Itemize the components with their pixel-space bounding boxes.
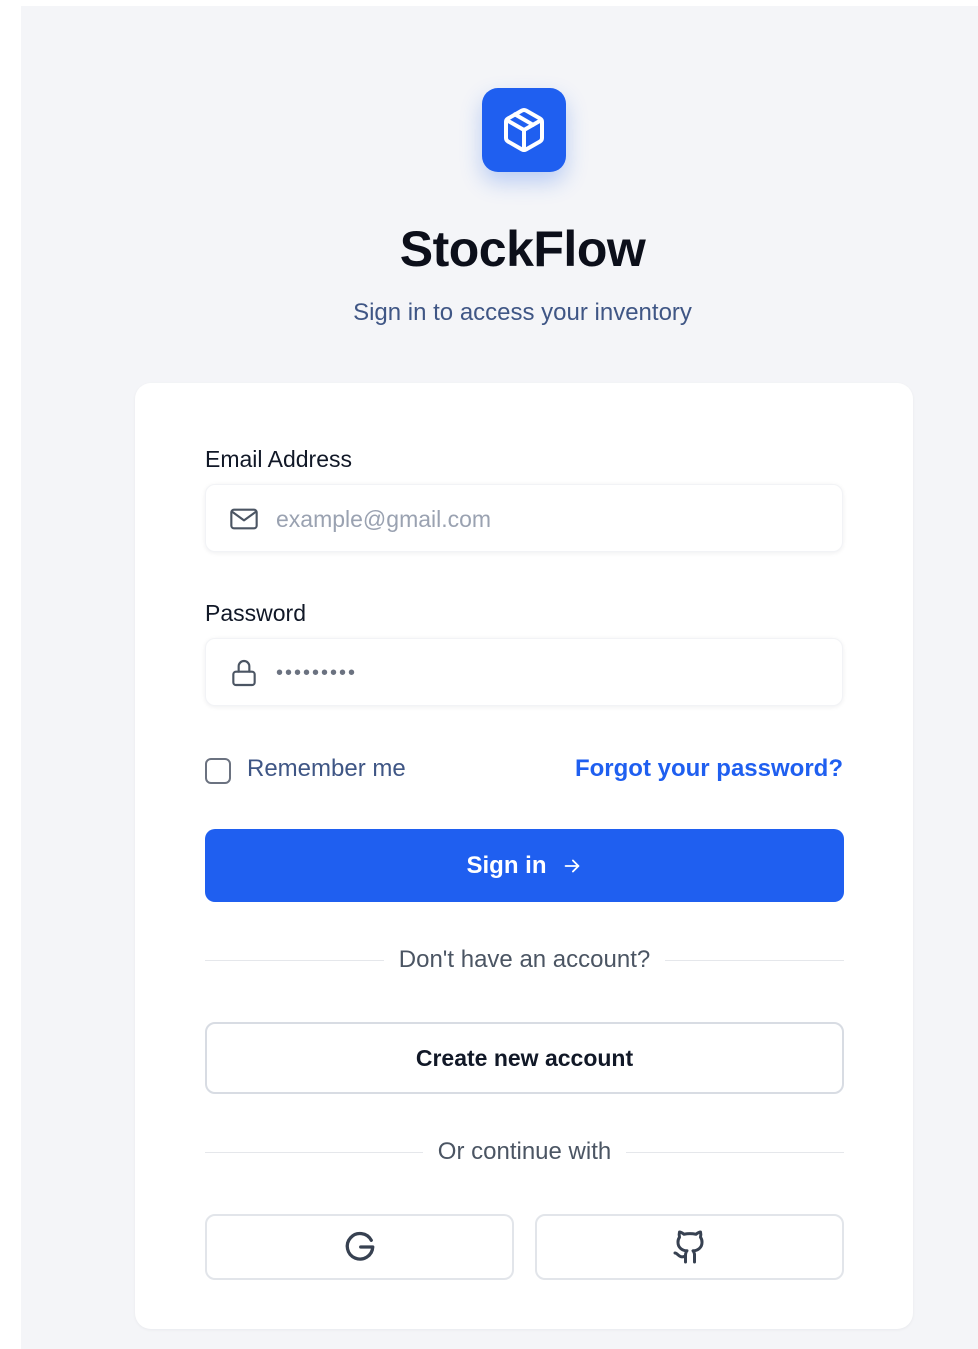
google-icon xyxy=(345,1231,374,1261)
forgot-password-link[interactable]: Forgot your password? xyxy=(575,755,843,783)
password-value: ••••••••• xyxy=(276,662,358,684)
arrow-right-icon xyxy=(564,859,579,872)
password-field[interactable]: ••••••••• xyxy=(205,638,843,706)
divider-line xyxy=(626,1151,845,1153)
divider-line xyxy=(205,959,384,961)
github-signin-button[interactable] xyxy=(535,1214,844,1280)
cube-icon xyxy=(504,108,544,152)
continue-divider: Or continue with xyxy=(205,1137,845,1167)
mail-icon xyxy=(230,508,258,530)
email-label: Email Address xyxy=(205,446,353,472)
email-field[interactable]: example@gmail.com xyxy=(205,484,843,552)
signin-button[interactable]: Sign in xyxy=(205,829,844,902)
signin-label: Sign in xyxy=(466,851,547,879)
page-subtitle: Sign in to access your inventory xyxy=(353,299,692,326)
continue-text: Or continue with xyxy=(437,1138,612,1165)
create-account-button[interactable]: Create new account xyxy=(205,1022,844,1094)
no-account-divider: Don't have an account? xyxy=(205,945,844,975)
remember-checkbox[interactable] xyxy=(205,758,231,784)
page-title: StockFlow xyxy=(399,221,646,277)
app-logo xyxy=(482,88,566,172)
no-account-text: Don't have an account? xyxy=(398,946,651,973)
page-background: StockFlow Sign in to access your invento… xyxy=(21,6,978,1349)
login-card: Email Address example@gmail.com Password… xyxy=(135,383,913,1329)
password-label: Password xyxy=(205,600,306,626)
divider-line xyxy=(665,959,844,961)
lock-icon xyxy=(232,660,256,687)
google-signin-button[interactable] xyxy=(205,1214,514,1280)
email-placeholder: example@gmail.com xyxy=(276,506,492,532)
divider-line xyxy=(205,1151,423,1153)
remember-label[interactable]: Remember me xyxy=(247,755,406,783)
github-icon xyxy=(673,1230,704,1264)
